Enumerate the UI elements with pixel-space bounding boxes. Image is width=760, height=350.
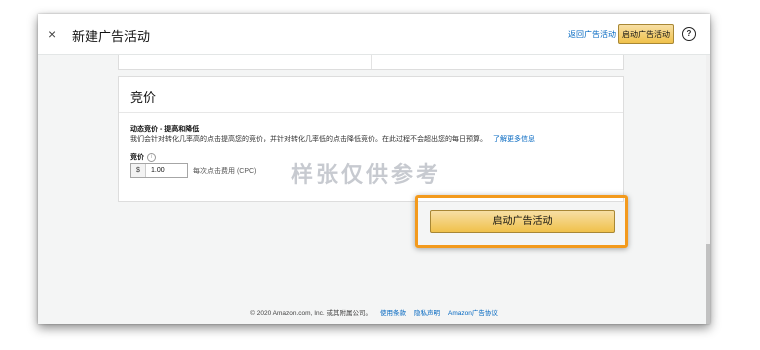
- launch-campaign-top-button[interactable]: 启动广告活动: [618, 24, 674, 44]
- bid-input[interactable]: $ 1.00: [130, 163, 188, 178]
- launch-campaign-button[interactable]: 启动广告活动: [430, 210, 615, 233]
- previous-section-card: [118, 55, 624, 70]
- footer: © 2020 Amazon.com, Inc. 或其附属公司。 使用条款 隐私声明 A…: [38, 307, 710, 317]
- currency-symbol: $: [131, 164, 146, 177]
- privacy-link[interactable]: 隐私声明: [414, 310, 440, 317]
- return-to-campaigns-link[interactable]: 返回广告活动: [568, 29, 616, 40]
- watermark: 样张仅供参考: [291, 162, 442, 187]
- bidding-header: 竞价: [119, 77, 623, 113]
- copyright-text: © 2020 Amazon.com, Inc. 或其附属公司。: [250, 310, 372, 317]
- strategy-description: 我们会针对转化几率高的点击提高您的竞价，并针对转化几率低的点击降低竞价。在此过程…: [130, 134, 535, 144]
- bidding-title: 竞价: [130, 90, 157, 105]
- divider: [371, 55, 372, 69]
- terms-link[interactable]: 使用条款: [380, 310, 406, 317]
- strategy-label: 动态竞价 - 提高和降低: [130, 126, 200, 133]
- close-icon[interactable]: ×: [48, 26, 56, 42]
- cpc-label: 每次点击费用 (CPC): [193, 168, 257, 175]
- strategy-desc-text: 我们会针对转化几率高的点击提高您的竞价，并针对转化几率低的点击降低竞价。在此过程…: [130, 136, 487, 143]
- learn-more-link[interactable]: 了解更多信息: [493, 136, 535, 143]
- bid-value[interactable]: 1.00: [151, 164, 165, 177]
- bid-label: 竞价 i: [130, 152, 156, 162]
- modal-window: × 新建广告活动 返回广告活动 启动广告活动 ? 竞价 动态竞价 - 提高和降低…: [38, 14, 710, 324]
- page-title: 新建广告活动: [72, 29, 151, 44]
- help-icon[interactable]: ?: [682, 27, 696, 41]
- bid-label-text: 竞价: [130, 154, 144, 161]
- main-content: 竞价 动态竞价 - 提高和降低 我们会针对转化几率高的点击提高您的竞价，并针对转…: [38, 55, 710, 324]
- scrollbar-thumb[interactable]: [706, 244, 710, 324]
- ad-agreement-link[interactable]: Amazon广告协议: [448, 310, 498, 317]
- info-icon[interactable]: i: [147, 152, 156, 162]
- top-bar: × 新建广告活动 返回广告活动 启动广告活动 ?: [38, 14, 710, 55]
